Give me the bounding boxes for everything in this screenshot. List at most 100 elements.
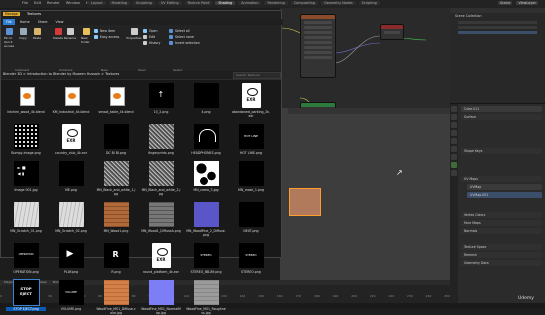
image-texture-node[interactable] [300, 14, 336, 78]
file-tile[interactable]: WoodFine_MS1_NormalMap.jpg [140, 280, 182, 315]
3d-viewport[interactable]: ↗ [280, 108, 450, 280]
file-tile[interactable]: ► ■ ◀ ▮ Image 001.jpg [5, 161, 47, 196]
file-tile[interactable]: EXR round_platform_4k.exr [140, 243, 182, 274]
panel-shape-keys[interactable]: Shape Keys [461, 148, 542, 154]
uv-map-item[interactable]: UVMap [467, 184, 542, 190]
invert-selection-button[interactable]: Invert selection [169, 41, 200, 45]
select-all-button[interactable]: Select all [169, 29, 190, 33]
file-tile[interactable]: KM_Industrial_4k.blend [50, 83, 92, 118]
menu-item-window[interactable]: Window [66, 1, 80, 5]
workspace-tab-compositing[interactable]: Compositing [290, 1, 319, 5]
file-tile[interactable]: smoot_table_4k.blend [95, 83, 137, 118]
viewlayer-selector[interactable]: ViewLayer [516, 1, 538, 5]
manage-tab[interactable]: Manage [3, 12, 20, 16]
file-tile[interactable]: VOLUME VOLUME.png [50, 280, 92, 315]
file-tile[interactable]: NEXT.png [230, 202, 272, 237]
delete-button[interactable]: Delete [53, 28, 63, 40]
object-name-field[interactable]: Cube.011 [461, 106, 542, 112]
file-name: PLAY.png [63, 270, 79, 274]
file-tile[interactable]: EXR country_club_4k.exr [50, 124, 92, 155]
file-thumbnail [148, 202, 174, 227]
panel-surface[interactable]: Surface [461, 114, 542, 120]
file-tile[interactable]: EXR abandoned_parking_2k.exr [230, 83, 272, 118]
file-tile[interactable]: ▶ PLAY.png [50, 243, 92, 274]
address-bar[interactable]: Blender 3D > Introduction to Blender by … [1, 71, 281, 80]
file-tile[interactable]: WoodFine_MS1_Roughness.jpg [185, 280, 227, 315]
menu-item-edit[interactable]: Edit [34, 1, 41, 5]
workspace-tab-geometry-nodes[interactable]: Geometry Nodes [321, 1, 356, 5]
file-tile[interactable]: STEREO STEREO.png [230, 243, 272, 274]
file-tile[interactable]: MN_mask_1.png [230, 161, 272, 196]
scene-selector[interactable]: Scene [498, 1, 513, 5]
select-none-button[interactable]: Select none [169, 35, 194, 39]
file-tile[interactable]: MN_Black_and_white_1.jpg [95, 161, 137, 196]
new-folder-button[interactable]: New folder [81, 28, 91, 44]
properties-button[interactable]: Properties [126, 28, 142, 40]
open-button[interactable]: Open [143, 29, 158, 33]
file-tile[interactable]: MN_Scratch_02.png [50, 202, 92, 237]
material-output-node[interactable] [380, 24, 404, 40]
panel-geometry-data[interactable]: Geometry Data [461, 260, 542, 266]
workspace-tab-shading[interactable]: Shading [215, 1, 236, 5]
paste-button[interactable]: Paste [32, 28, 42, 40]
workspace-tab-rendering[interactable]: Rendering [264, 1, 288, 5]
workspace-tab-layout[interactable]: Layout [88, 1, 106, 5]
shader-node-editor[interactable] [280, 8, 450, 124]
file-thumbnail [193, 83, 219, 108]
search-input[interactable]: Search Textures [233, 72, 281, 79]
file-name: MN_Black_and_white_1.jpg [96, 188, 136, 196]
selected-cube-object[interactable] [289, 188, 321, 216]
file-tile[interactable]: MN_Wood1_DiffuseA.png [140, 202, 182, 237]
file-name: Bumpy-image.png [11, 151, 41, 155]
workspace-tab-uv-editing[interactable]: UV Editing [157, 1, 182, 5]
panel-normals[interactable]: Normals [461, 228, 542, 234]
uv-map-item-selected[interactable]: UVMap.001 [467, 192, 542, 198]
workspace-tab-animation[interactable]: Animation [238, 1, 262, 5]
file-tile[interactable]: DC BI BI.png [95, 124, 137, 155]
panel-uv-maps[interactable]: UV Maps [461, 176, 542, 182]
file-tile[interactable]: MN_Scratch_01.png [5, 202, 47, 237]
easy-access-button[interactable]: Easy access [94, 35, 119, 39]
rename-button[interactable]: Rename [64, 28, 76, 40]
properties-editor[interactable]: Cube.011 Surface Shape Keys UV Maps UVMa… [450, 104, 545, 308]
file-explorer-window[interactable]: Manage Textures File Home Share View Pin to… [0, 10, 283, 315]
file-tile[interactable]: HOT LINE HOT LINE.png [230, 124, 272, 155]
file-name: MN_mask_1.png [238, 188, 264, 192]
file-tile[interactable]: WoodFine_MS1_Diffuse.color.jpg [95, 280, 137, 315]
file-tile[interactable]: MN_WoodFine_2_Diffuse.png [185, 202, 227, 237]
edit-button[interactable]: Edit [143, 35, 155, 39]
file-tile[interactable]: MN_Black_and_white_2.jpg [140, 161, 182, 196]
new-item-button[interactable]: New item [94, 29, 115, 33]
history-button[interactable]: History [143, 41, 160, 45]
outliner-panel[interactable]: Scene Collection [450, 8, 545, 104]
panel-texture-space[interactable]: Texture Space [461, 244, 542, 250]
file-name: HEADPHONES.png [191, 151, 221, 155]
menu-item-render[interactable]: Render [47, 1, 60, 5]
pin-button[interactable]: Pin to Quick access [4, 28, 14, 48]
copy-button[interactable]: Copy [18, 28, 28, 40]
file-thumbnail [58, 161, 84, 186]
file-tile[interactable]: ME.png [50, 161, 92, 196]
blender-menu: FileEditRenderWindowHelp [22, 1, 94, 5]
file-tile[interactable]: fingerprints.png [140, 124, 182, 155]
menu-item-file[interactable]: File [22, 1, 28, 5]
file-tile[interactable]: 4.png [185, 83, 227, 118]
file-tile[interactable]: MN_Wood1.png [95, 202, 137, 237]
workspace-tab-modeling[interactable]: Modeling [108, 1, 130, 5]
file-tile[interactable]: R R.png [95, 243, 137, 274]
panel-face-maps[interactable]: Face Maps [461, 220, 542, 226]
file-tile[interactable]: ↑ 10_2.png [140, 83, 182, 118]
file-tile[interactable]: kitchen_wood_4k.blend [5, 83, 47, 118]
file-tile[interactable]: HEADPHONES.png [185, 124, 227, 155]
file-tile[interactable]: MN_camo_3.jpg [185, 161, 227, 196]
workspace-tab-texture-paint[interactable]: Texture Paint [184, 1, 213, 5]
workspace-tab-scripting[interactable]: Scripting [358, 1, 380, 5]
workspace-tab-sculpting[interactable]: Sculpting [132, 1, 155, 5]
panel-remesh[interactable]: Remesh [461, 252, 542, 258]
file-tile[interactable]: OPERATION OPERATION.png [5, 243, 47, 274]
file-tile[interactable]: STEREO STEREO_BB-89.png [185, 243, 227, 274]
file-tile[interactable]: STOP EJECT STOP EJECT.png [5, 279, 47, 315]
panel-vertex-colors[interactable]: Vertex Colors [461, 212, 542, 218]
address-path[interactable]: Blender 3D > Introduction to Blender by … [3, 72, 119, 76]
file-tile[interactable]: Bumpy-image.png [5, 124, 47, 155]
